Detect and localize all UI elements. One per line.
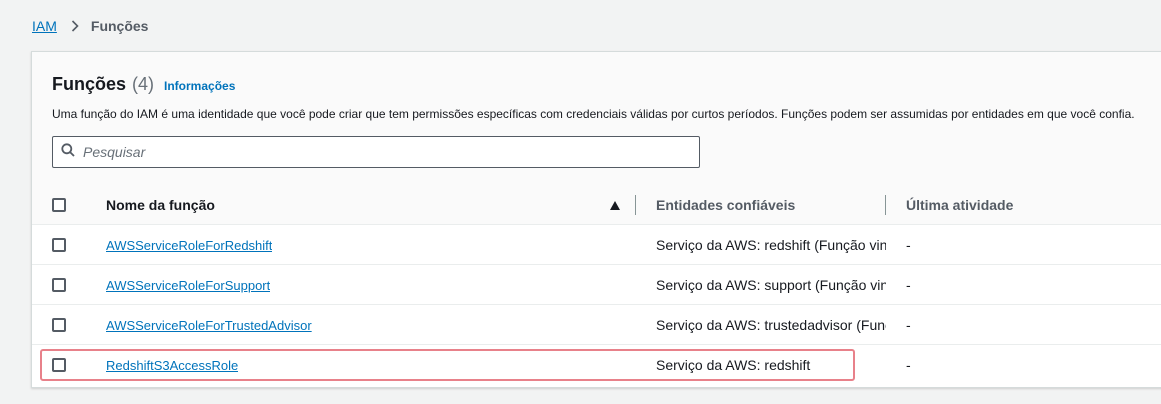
table-row: AWSServiceRoleForTrustedAdvisor Serviço … <box>32 305 1161 345</box>
breadcrumb-iam-link[interactable]: IAM <box>32 18 57 34</box>
chevron-right-icon <box>71 20 79 32</box>
role-name-link[interactable]: AWSServiceRoleForTrustedAdvisor <box>106 318 312 333</box>
column-header-trusted[interactable]: Entidades confiáveis <box>656 185 795 225</box>
column-divider[interactable] <box>885 195 886 215</box>
title-row: Funções (4) Informações <box>52 74 235 95</box>
table-row: AWSServiceRoleForSupport Serviço da AWS:… <box>32 265 1161 305</box>
table-row: AWSServiceRoleForRedshift Serviço da AWS… <box>32 225 1161 265</box>
select-all-checkbox[interactable] <box>52 198 66 212</box>
column-header-name[interactable]: Nome da função <box>106 185 215 225</box>
role-name-link[interactable]: RedshiftS3AccessRole <box>106 358 238 373</box>
last-activity: - <box>906 317 911 333</box>
trusted-entity: Serviço da AWS: support (Função vin <box>656 277 886 293</box>
row-checkbox[interactable] <box>52 318 66 332</box>
roles-count: (4) <box>132 74 155 94</box>
last-activity: - <box>906 357 911 373</box>
row-checkbox[interactable] <box>52 238 66 252</box>
table-row: RedshiftS3AccessRole Serviço da AWS: red… <box>32 345 1161 385</box>
breadcrumb: IAM Funções <box>32 16 148 36</box>
last-activity: - <box>906 277 911 293</box>
row-checkbox[interactable] <box>52 358 66 372</box>
panel-description: Uma função do IAM é uma identidade que v… <box>52 107 1135 121</box>
trusted-entity: Serviço da AWS: redshift <box>656 357 811 373</box>
column-header-last-activity[interactable]: Última atividade <box>906 185 1013 225</box>
role-name-link[interactable]: AWSServiceRoleForSupport <box>106 278 270 293</box>
role-name-link[interactable]: AWSServiceRoleForRedshift <box>106 238 272 253</box>
panel-header: Funções (4) Informações Uma função do IA… <box>32 52 1161 186</box>
table-header: Nome da função Entidades confiáveis Últi… <box>32 185 1161 225</box>
triangle-up-icon[interactable] <box>610 185 620 225</box>
last-activity: - <box>906 237 911 253</box>
trusted-entity: Serviço da AWS: trustedadvisor (Func <box>656 317 886 333</box>
roles-panel: Funções (4) Informações Uma função do IA… <box>31 51 1161 388</box>
breadcrumb-current: Funções <box>90 18 149 34</box>
trusted-entity: Serviço da AWS: redshift (Função vin <box>656 237 886 253</box>
search-input[interactable] <box>83 144 683 160</box>
search-box <box>52 136 700 168</box>
page-title: Funções <box>52 74 127 94</box>
row-checkbox[interactable] <box>52 278 66 292</box>
column-divider[interactable] <box>635 195 636 215</box>
search-icon <box>61 142 75 162</box>
info-link[interactable]: Informações <box>164 79 235 93</box>
